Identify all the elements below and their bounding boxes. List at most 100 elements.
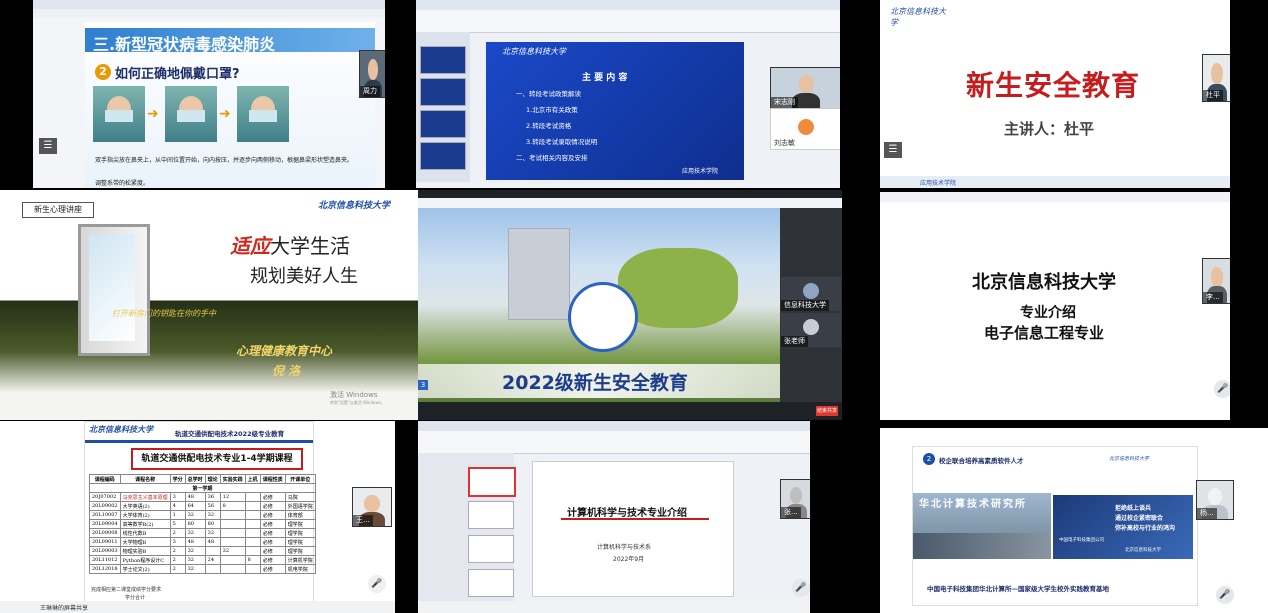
university-logo: 北京信息科技大学 xyxy=(89,425,153,434)
table-row: 20L09008 线性代数B 2 32 32 必修 理学院 xyxy=(89,528,316,538)
slide: 北京信息科技大学 主 要 内 容 一、转段考试政策解读 1.北京市有关政策 2.… xyxy=(486,42,744,180)
participant-name: 李... xyxy=(1203,292,1223,303)
participant-camera-1[interactable]: 信息科技大学 xyxy=(780,276,842,312)
outline-item-5: 二、考试相关内容及安排 xyxy=(516,154,588,162)
table-row: 20L11012 Python程序设计C 2 32 24 8 必修 计算机学院 xyxy=(89,555,316,565)
participant-name: 张... xyxy=(781,507,801,518)
avatar xyxy=(798,119,814,135)
title-rule xyxy=(561,518,709,520)
outline-item-4: 3.转段考试录取情况说明 xyxy=(526,138,598,146)
table-row: 20L09002 大学英语(2) 4 64 56 8 必修 外国语学院 xyxy=(89,501,316,511)
slide-title: 三.新型冠状病毒感染肺炎 xyxy=(93,35,276,54)
table-row: 20L09011 大学物理B 3 48 48 必修 理学院 xyxy=(89,537,316,547)
participant-name: 周力 xyxy=(360,86,380,97)
end-share-button[interactable]: 结束共享 xyxy=(816,406,838,416)
subtitle: 规划美好人生 xyxy=(250,266,358,287)
section-title: 校企联合培养高素质软件人才 xyxy=(939,457,1024,465)
video-tile-1[interactable]: 三.新型冠状病毒感染肺炎 2 如何正确地佩戴口罩? ➜ ➜ 双手指尖放在鼻夹上，… xyxy=(33,0,385,188)
promo-line-3: 弥补高校与行业的鸿沟 xyxy=(1115,525,1176,532)
course-table: 课程编码 课程名称 学分 总学时 理论 实验实践 上机 课程性质 开课单位 第一学期 20J07… xyxy=(89,474,316,574)
participant-camera[interactable]: 杨... xyxy=(1196,480,1234,520)
shared-screen-label: 王琳琳的屏幕共享 xyxy=(40,605,89,612)
toolbar xyxy=(33,9,385,18)
university-logo: 北京信息科技大学 xyxy=(318,201,391,211)
slide: 计算机科学与技术专业介绍 计算机科学与技术系 2022年9月 xyxy=(532,461,734,597)
mic-icon: 🎤 xyxy=(371,579,383,589)
mic-icon: 🎤 xyxy=(1219,590,1231,600)
mic-button[interactable]: 🎤 xyxy=(368,575,386,593)
term-label: 第一学期 xyxy=(89,483,316,493)
slide-header: 轨道交通供配电技术2022级专业教育 xyxy=(175,430,285,438)
footer-note-2: 学分合计 xyxy=(125,595,146,601)
footer-note-1: 完成相应第二课堂成绩学分要求 xyxy=(91,587,162,593)
mic-button[interactable]: 🎤 xyxy=(792,579,810,597)
menu-button[interactable]: ☰ xyxy=(884,142,902,158)
participant-name: 杜平 xyxy=(1203,90,1223,101)
promo-line-2: 通过校企紧密联合 xyxy=(1115,515,1164,522)
video-tile-6[interactable]: 北京信息科技大学 专业介绍 电子信息工程专业 李... 🎤 xyxy=(880,192,1230,420)
ribbon-toolbar xyxy=(416,10,840,33)
menu-button[interactable]: ☰ xyxy=(39,138,57,154)
participant-name: 宋志刚 xyxy=(771,97,798,108)
table-row: 20L10007 大学体育(2) 1 32 32 必修 体育部 xyxy=(89,510,316,520)
bottom-controls xyxy=(418,402,842,420)
course-title-box: 轨道交通供配电技术专业1-4学期课程 xyxy=(131,448,303,470)
video-tile-7[interactable]: 北京信息科技大学 轨道交通供配电技术2022级专业教育 轨道交通供配电技术专业1… xyxy=(0,421,395,613)
participant-camera[interactable]: 王... xyxy=(352,487,392,527)
participant-name: 刘志敏 xyxy=(774,139,795,147)
mask-photo-2 xyxy=(165,86,217,142)
participant-name: 信息科技大学 xyxy=(781,300,829,311)
participant-camera[interactable]: 张... xyxy=(780,479,810,519)
arrow-icon: ➜ xyxy=(219,106,231,122)
table-row: 20L09004 高等数学B(2) 5 80 80 必修 理学院 xyxy=(89,519,316,529)
participant-camera[interactable]: 周力 xyxy=(359,50,385,98)
video-tile-9[interactable]: 2 校企联合培养高素质软件人才 北京信息科技大学 华北计算技术研究所 拒绝纸上谈… xyxy=(880,428,1268,613)
mask-photo-1 xyxy=(93,86,145,142)
door-caption: 打开新房门的钥匙在你的手中 xyxy=(112,309,216,318)
participant-camera-2[interactable]: 刘志敏 xyxy=(770,108,840,150)
participant-name: 张老师 xyxy=(781,336,808,347)
door-image xyxy=(78,224,150,356)
partner-logo-1: 中国电子科技集团公司 xyxy=(1059,538,1104,543)
participant-camera[interactable]: 杜平 xyxy=(1202,54,1230,102)
video-tile-4[interactable]: 新生心理讲座 北京信息科技大学 适应大学生活 规划美好人生 打开新房门的钥匙在你… xyxy=(0,190,418,420)
mic-button[interactable]: 🎤 xyxy=(1214,380,1230,398)
outline-item-1: 一、转段考试政策解读 xyxy=(516,90,581,98)
outline-item-2: 1.北京市有关政策 xyxy=(526,106,578,114)
participant-camera-2[interactable]: 张老师 xyxy=(780,312,842,348)
header-rule xyxy=(85,440,313,443)
university-seal xyxy=(568,282,638,352)
arrow-icon: ➜ xyxy=(147,106,159,122)
window-titlebar xyxy=(418,421,810,431)
slide: 三.新型冠状病毒感染肺炎 2 如何正确地佩戴口罩? ➜ ➜ 双手指尖放在鼻夹上，… xyxy=(85,22,375,188)
university-logo: 北京信息科技大学 xyxy=(890,7,946,27)
page-badge: 3 xyxy=(418,380,428,390)
video-tile-8[interactable]: 计算机科学与技术专业介绍 计算机科学与技术系 2022年9月 张... 🎤 xyxy=(418,421,810,613)
slide: 2 校企联合培养高素质软件人才 北京信息科技大学 华北计算技术研究所 拒绝纸上谈… xyxy=(912,446,1198,606)
promo-line-1: 拒绝纸上谈兵 xyxy=(1115,505,1152,512)
participant-name: 王... xyxy=(353,515,373,526)
taskbar xyxy=(418,601,810,613)
mic-icon: 🎤 xyxy=(1217,384,1229,394)
mic-button[interactable]: 🎤 xyxy=(1216,586,1234,604)
table-row: 20J07002 马克思主义基本原理 3 48 36 12 必修 马院 xyxy=(89,492,316,502)
outline-item-3: 2.转段考试资格 xyxy=(526,122,572,130)
section-number: 2 xyxy=(923,453,935,465)
slide-line-2: 电子信息工程专业 xyxy=(984,324,1105,342)
video-tile-2[interactable]: 北京信息科技大学 主 要 内 容 一、转段考试政策解读 1.北京市有关政策 2.… xyxy=(416,0,840,188)
slide: 北京信息科技大学 轨道交通供配电技术2022级专业教育 轨道交通供配电技术专业1… xyxy=(84,421,316,603)
center-name: 心理健康教育中心 xyxy=(236,344,333,358)
instruction-line-2: 调整系带的松紧度。 xyxy=(95,180,150,187)
title-rest: 大学生活 xyxy=(270,234,350,258)
slide-heading: 主 要 内 容 xyxy=(582,73,628,83)
video-tile-5[interactable]: 2022级新生安全教育 3 信息科技大学 张老师 结束共享 xyxy=(418,190,842,420)
participant-name: 杨... xyxy=(1197,508,1217,519)
video-tile-3[interactable]: 北京信息科技大学 新生安全教育 主讲人：杜平 应用技术学院 ☰ 杜平 xyxy=(880,0,1230,188)
participant-camera-1[interactable]: 宋志刚 xyxy=(770,67,840,109)
ribbon-toolbar xyxy=(418,431,810,454)
participant-camera[interactable]: 李... xyxy=(1202,258,1230,304)
instruction-line-1: 双手指尖放在鼻夹上，从中间位置开始，向内按压，并逐步向两侧移动，根据鼻梁形状塑造… xyxy=(95,157,354,164)
building-photo: 华北计算技术研究所 xyxy=(913,493,1051,559)
date: 2022年9月 xyxy=(613,556,645,563)
partner-logo-2: 北京信息科技大学 xyxy=(1125,548,1161,553)
